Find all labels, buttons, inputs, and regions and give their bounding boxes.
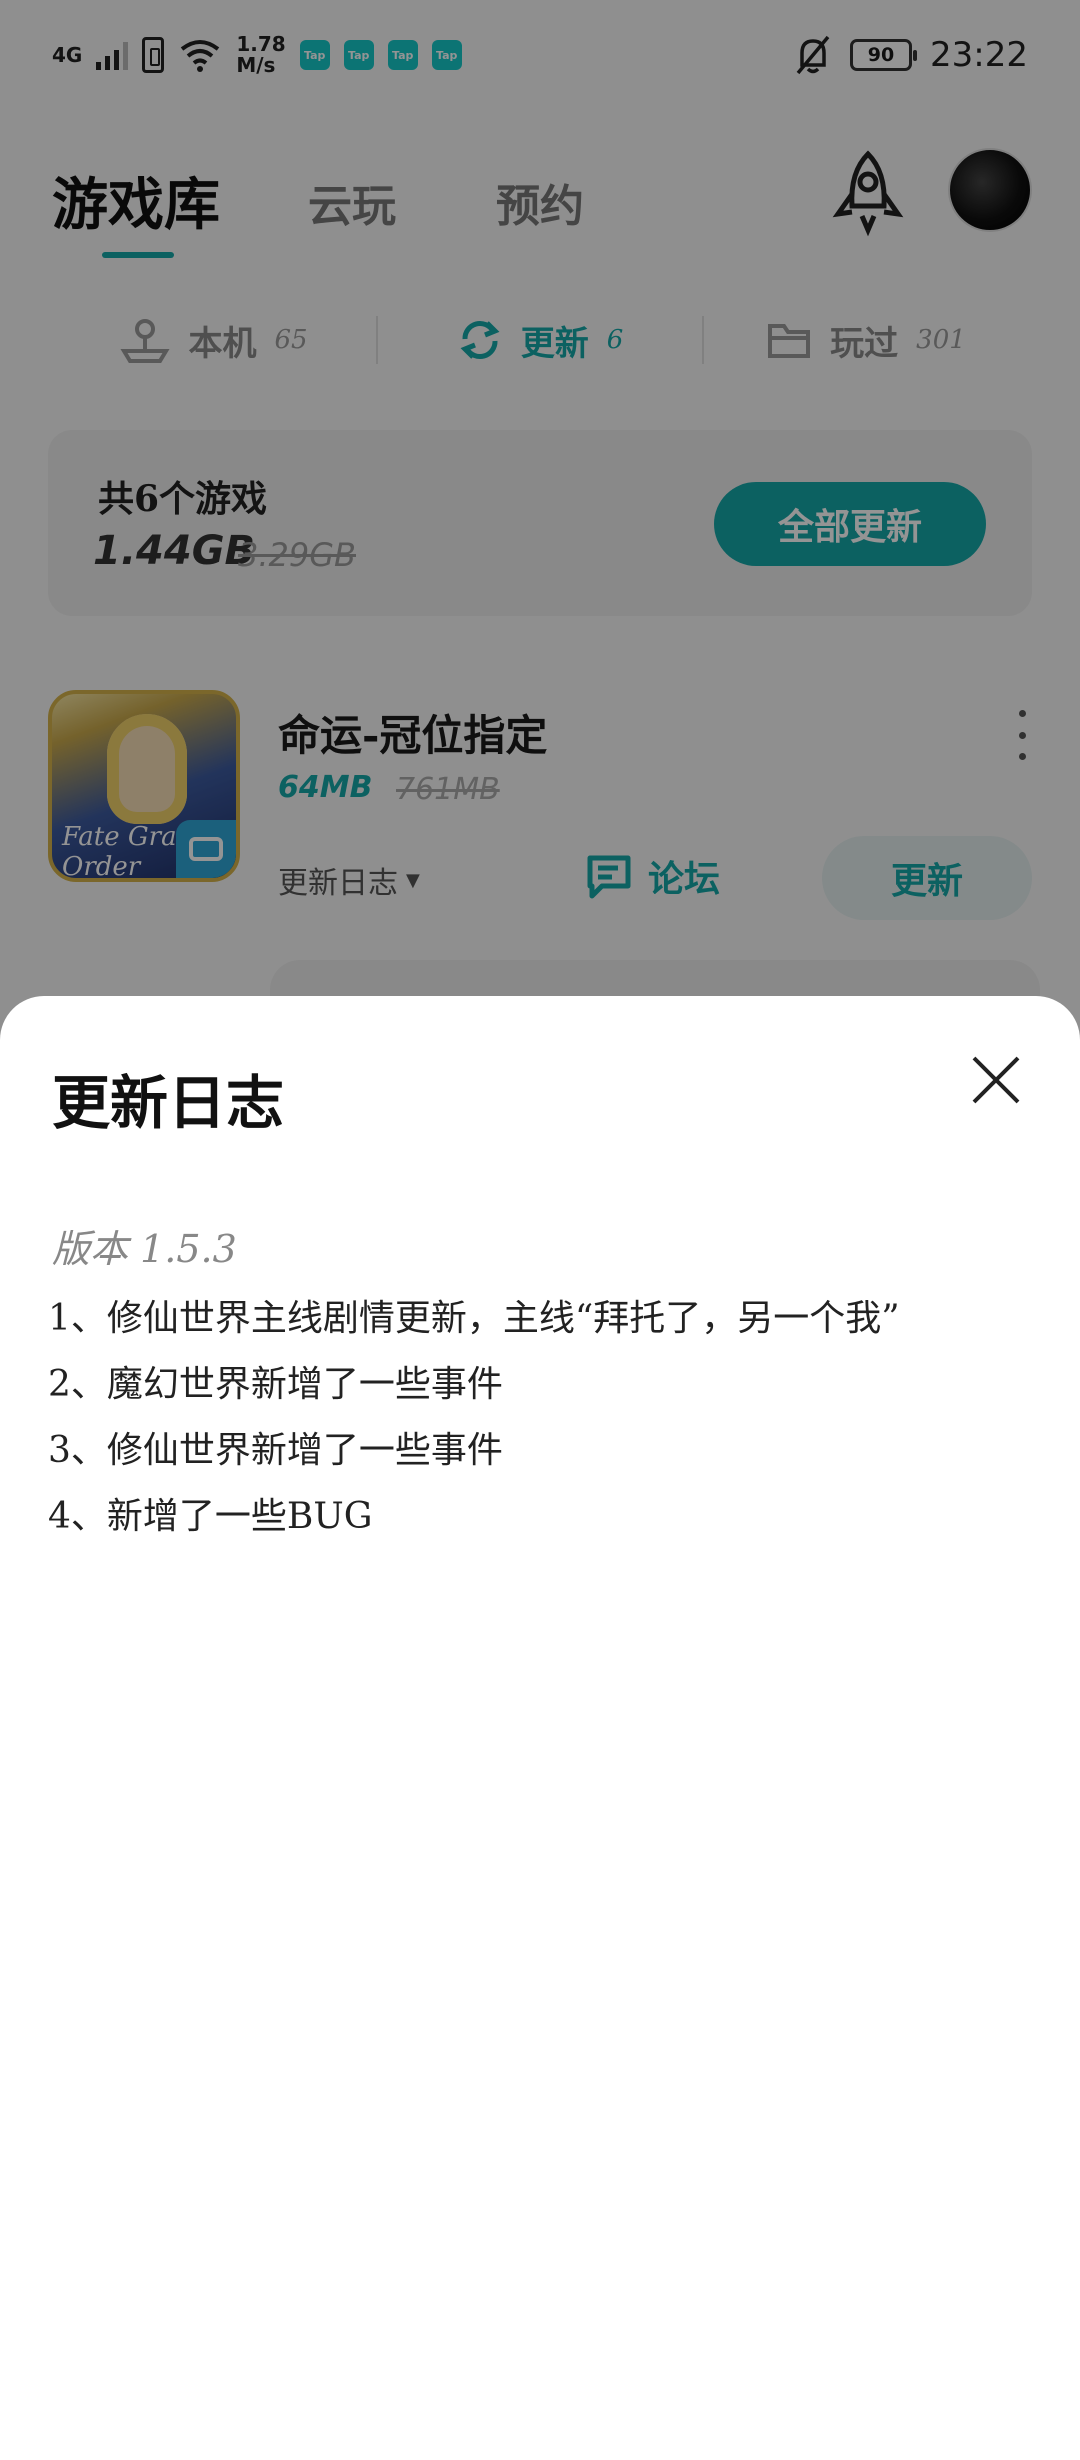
- changelog-sheet: 更新日志 版本 1.5.3 1、修仙世界主线剧情更新，主线“拜托了，另一个我” …: [0, 996, 1080, 2460]
- changelog-note: 4、新增了一些BUG: [48, 1496, 373, 1537]
- changelog-note: 3、修仙世界新增了一些事件: [48, 1430, 503, 1471]
- version-label: 版本 1.5.3: [52, 1227, 237, 1271]
- sheet-title: 更新日志: [52, 1069, 285, 1137]
- close-icon[interactable]: [966, 1050, 1026, 1110]
- changelog-note: 1、修仙世界主线剧情更新，主线“拜托了，另一个我”: [48, 1298, 900, 1339]
- changelog-note: 2、魔幻世界新增了一些事件: [48, 1364, 503, 1405]
- changelog-notes: 1、修仙世界主线剧情更新，主线“拜托了，另一个我” 2、魔幻世界新增了一些事件 …: [48, 1286, 1028, 1550]
